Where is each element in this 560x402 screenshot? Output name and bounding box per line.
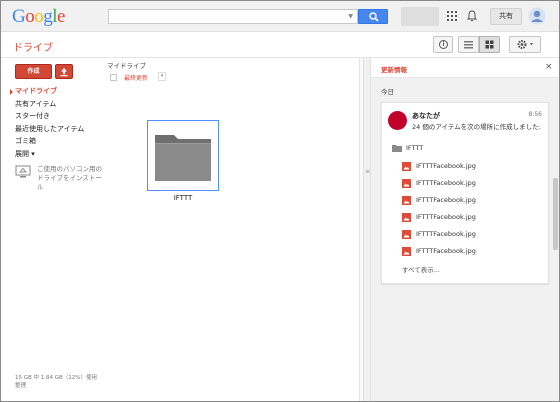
upload-button[interactable] bbox=[55, 64, 73, 79]
profile-avatar-icon[interactable] bbox=[528, 7, 546, 25]
folder-icon bbox=[155, 135, 211, 181]
show-all-link[interactable]: すべて表示... bbox=[402, 264, 440, 274]
image-file-icon bbox=[402, 230, 411, 239]
sidebar-item-recent[interactable]: 最近使用したアイテム bbox=[1, 123, 101, 136]
sidebar-nav: マイドライブ 共有アイテム スター付き 最近使用したアイテム ゴミ箱 展開 ▾ bbox=[1, 85, 101, 160]
activity-description: 24 個のアイテムを次の場所に作成しました: bbox=[412, 123, 541, 131]
activity-folder-name[interactable]: IFTTT bbox=[406, 142, 423, 154]
sidebar-item-trash[interactable]: ゴミ箱 bbox=[1, 135, 101, 148]
storage-manage-link[interactable]: 整理 bbox=[15, 382, 97, 390]
list-view-button[interactable] bbox=[458, 36, 479, 53]
activity-file-name[interactable]: IFTTTFacebook.jpg bbox=[416, 211, 476, 223]
sort-row: 最終更新 ▾ bbox=[107, 72, 361, 84]
image-file-icon bbox=[402, 247, 411, 256]
monitor-icon bbox=[15, 165, 31, 178]
info-icon: i bbox=[439, 40, 448, 49]
breadcrumb[interactable]: マイドライブ bbox=[107, 60, 146, 70]
search-icon bbox=[369, 12, 379, 22]
sidebar-item-shared[interactable]: 共有アイテム bbox=[1, 98, 101, 111]
grid-view-button[interactable] bbox=[479, 36, 500, 53]
account-name-placeholder[interactable] bbox=[401, 7, 439, 26]
chevron-down-icon[interactable]: ▼ bbox=[348, 13, 353, 20]
search-button[interactable] bbox=[358, 9, 388, 24]
activity-file-name[interactable]: IFTTTFacebook.jpg bbox=[416, 177, 476, 189]
upload-icon bbox=[60, 68, 68, 77]
avatar bbox=[388, 111, 407, 130]
select-all-checkbox[interactable] bbox=[110, 74, 117, 81]
sidebar-item-starred[interactable]: スター付き bbox=[1, 110, 101, 123]
settings-button[interactable] bbox=[509, 36, 541, 53]
folder-icon bbox=[392, 145, 402, 152]
apps-grid-icon[interactable] bbox=[447, 11, 457, 21]
activity-scrollbar[interactable] bbox=[551, 78, 559, 401]
left-sidebar: 作成 マイドライブ 共有アイテム スター付き 最近使用したアイテム ゴミ箱 展開… bbox=[1, 58, 102, 401]
activity-actor: あなたが bbox=[412, 112, 440, 120]
drive-toolbar: ドライブ i bbox=[1, 32, 559, 58]
activity-file-name[interactable]: IFTTTFacebook.jpg bbox=[416, 160, 476, 172]
grid-icon bbox=[485, 40, 494, 49]
activity-file-name[interactable]: IFTTTFacebook.jpg bbox=[416, 245, 476, 257]
activity-file-name[interactable]: IFTTTFacebook.jpg bbox=[416, 228, 476, 240]
scrollbar-thumb[interactable] bbox=[553, 178, 558, 250]
list-icon bbox=[464, 41, 473, 49]
activity-panel-title: 更新情報 bbox=[381, 66, 407, 74]
close-icon[interactable]: × bbox=[545, 62, 553, 72]
notifications-bell-icon[interactable] bbox=[467, 10, 477, 22]
activity-card: あなたが 8:56 24 個のアイテムを次の場所に作成しました: IFTTT I… bbox=[381, 102, 549, 284]
file-list-area: マイドライブ 最終更新 ▾ IFTTT bbox=[101, 58, 363, 401]
search-input[interactable]: ▼ bbox=[108, 9, 358, 24]
details-button[interactable]: i bbox=[433, 36, 453, 53]
grip-icon: ≡ bbox=[365, 168, 371, 175]
share-button[interactable]: 共有 bbox=[490, 8, 522, 25]
panel-resize-handle[interactable]: ≡ bbox=[363, 58, 371, 401]
image-file-icon bbox=[402, 179, 411, 188]
create-button[interactable]: 作成 bbox=[15, 64, 52, 79]
google-bar: Google ▼ 共有 bbox=[1, 1, 559, 32]
image-file-icon bbox=[402, 196, 411, 205]
image-file-icon bbox=[402, 213, 411, 222]
gear-icon bbox=[517, 40, 533, 49]
activity-panel-header: 更新情報 × bbox=[371, 58, 559, 78]
app-title[interactable]: ドライブ bbox=[13, 39, 53, 54]
sidebar-item-my-drive[interactable]: マイドライブ bbox=[1, 85, 101, 98]
activity-panel: 更新情報 × 今日 あなたが 8:56 24 個のアイテムを次の場所に作成しまし… bbox=[371, 58, 559, 401]
storage-usage: 15 GB 中 1.84 GB（12%）使用 整理 bbox=[15, 374, 97, 390]
install-drive-link[interactable]: ご使用のパソコン用のドライブをインストール bbox=[15, 165, 102, 193]
sort-label[interactable]: 最終更新 bbox=[124, 73, 148, 82]
activity-file-name[interactable]: IFTTTFacebook.jpg bbox=[416, 194, 476, 206]
day-heading: 今日 bbox=[381, 88, 394, 96]
folder-tile[interactable] bbox=[147, 120, 219, 191]
sidebar-item-more[interactable]: 展開 ▾ bbox=[1, 148, 101, 161]
storage-usage-text: 15 GB 中 1.84 GB（12%）使用 bbox=[15, 375, 98, 381]
sort-menu-chevron-icon[interactable]: ▾ bbox=[158, 72, 166, 81]
folder-name[interactable]: IFTTT bbox=[147, 194, 219, 202]
image-file-icon bbox=[402, 162, 411, 171]
google-logo[interactable]: Google bbox=[12, 6, 65, 28]
install-drive-text[interactable]: ご使用のパソコン用のドライブをインストール bbox=[37, 165, 107, 192]
activity-time: 8:56 bbox=[528, 111, 542, 118]
